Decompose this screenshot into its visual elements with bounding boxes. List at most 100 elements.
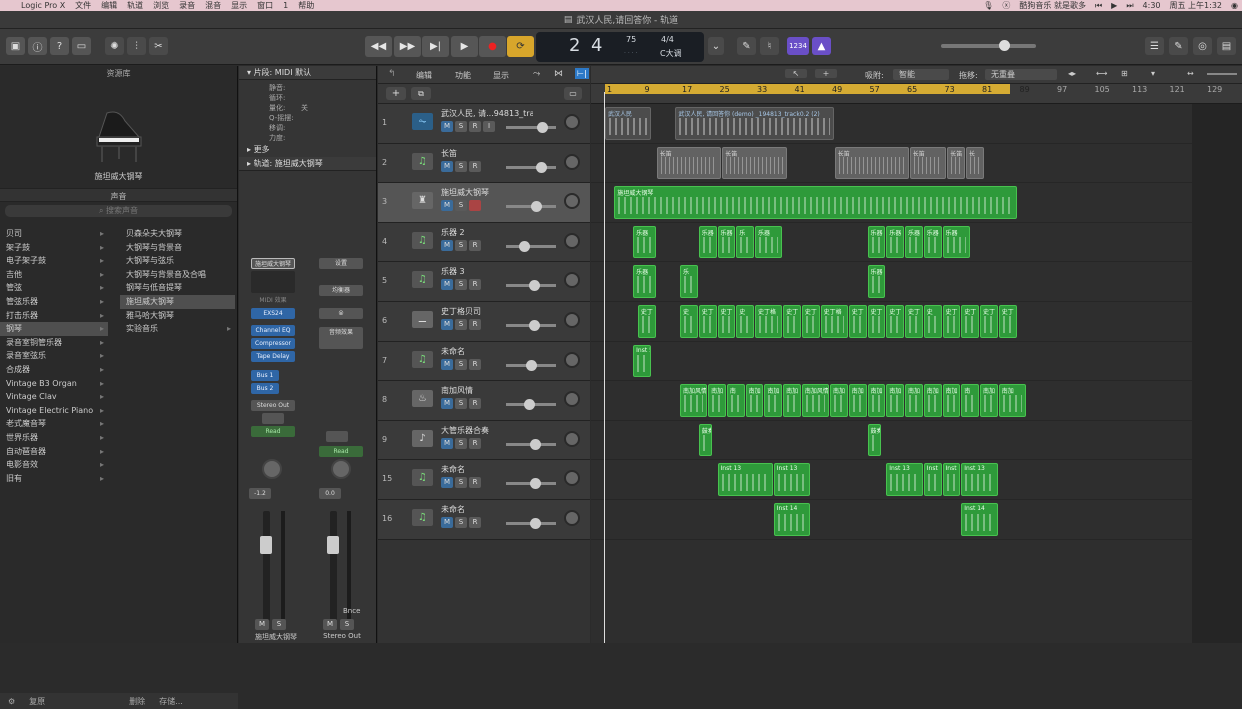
region[interactable]: 南加: [848, 384, 867, 417]
menu-functions-arrange[interactable]: 功能: [455, 70, 471, 81]
output-group-slot[interactable]: [326, 431, 348, 442]
region[interactable]: 史丁: [961, 305, 979, 338]
eq-thumbnail[interactable]: [251, 271, 295, 293]
library-category-item[interactable]: 合成器 ▸: [0, 363, 108, 377]
track-volume-slider[interactable]: [506, 280, 556, 292]
library-category-item[interactable]: 世界乐器 ▸: [0, 431, 108, 445]
region[interactable]: 乐: [736, 225, 754, 259]
region[interactable]: 史丁: [905, 305, 923, 338]
library-patch-item[interactable]: 施坦威大钢琴: [120, 294, 235, 309]
audio-fx-slot-3[interactable]: Tape Delay: [251, 351, 295, 362]
group-slot[interactable]: [262, 413, 284, 424]
solo-button[interactable]: S: [455, 477, 467, 489]
track-lane[interactable]: Inst 5: [591, 342, 1242, 382]
region[interactable]: 南加: [783, 384, 801, 417]
forward-button[interactable]: ▶▶: [394, 36, 421, 57]
kugou-now-playing[interactable]: 酷狗音乐 就是歌多: [1019, 0, 1086, 11]
menu-mix[interactable]: 混音: [200, 0, 226, 11]
toolbar-toggle-button[interactable]: ▭: [72, 37, 91, 55]
region[interactable]: 长笛: [947, 146, 965, 180]
region[interactable]: 南加: [905, 384, 923, 417]
play-button[interactable]: ▶: [451, 36, 478, 57]
solo-button[interactable]: S: [455, 239, 467, 251]
region-param-row[interactable]: 力度:: [239, 133, 376, 143]
region[interactable]: 史: [680, 305, 698, 338]
mute-button[interactable]: M: [441, 477, 453, 489]
next-track-icon[interactable]: ⏭: [1126, 1, 1133, 11]
track-pan-knob[interactable]: [564, 193, 580, 210]
region[interactable]: Inst 5: [633, 344, 651, 378]
record-enable-button[interactable]: R: [469, 358, 481, 370]
count-in-button[interactable]: 1234: [787, 37, 809, 55]
library-category-item[interactable]: 录音室弦乐 ▸: [0, 349, 108, 363]
region[interactable]: Inst 13: [717, 463, 773, 496]
send-slot-2[interactable]: Bus 2: [251, 383, 279, 394]
library-patch-item[interactable]: 雅马哈大钢琴: [120, 309, 235, 323]
output-setting-slot[interactable]: 设置: [319, 258, 363, 269]
menu-navigate[interactable]: 浏览: [148, 0, 174, 11]
region[interactable]: 史丁: [886, 305, 904, 338]
track-volume-knob[interactable]: [530, 478, 541, 490]
playhead[interactable]: [604, 92, 605, 643]
delete-button[interactable]: 删除: [129, 696, 145, 707]
midi-note-icon[interactable]: ♫: [412, 350, 433, 368]
mute-button[interactable]: M: [441, 239, 453, 251]
region[interactable]: 乐器: [923, 225, 942, 259]
track-volume-slider[interactable]: [506, 240, 556, 252]
track-lane[interactable]: 施坦威大钢琴: [591, 183, 1242, 223]
track-lane[interactable]: Inst 14 Inst 14: [591, 500, 1242, 540]
solo-button[interactable]: S: [455, 160, 467, 172]
library-category-item[interactable]: 电影音效 ▸: [0, 458, 108, 472]
region[interactable]: 乐器: [867, 225, 886, 259]
fader-cap-1[interactable]: [260, 536, 272, 554]
track-lane[interactable]: 乐器 乐器 乐器乐乐器 乐器 乐器 乐器 乐器 乐器: [591, 223, 1242, 263]
solo-button-strip-1[interactable]: S: [272, 619, 286, 630]
midi-note-icon[interactable]: ♫: [412, 469, 433, 487]
track-inspector-header[interactable]: ▸ 轨道: 施坦威大钢琴: [239, 157, 376, 171]
solo-button[interactable]: S: [455, 279, 467, 291]
drag-menu[interactable]: 无重叠: [985, 69, 1057, 80]
menu-edit-arrange[interactable]: 编辑: [416, 70, 432, 81]
region-param-row[interactable]: 量化: 关: [239, 103, 376, 113]
track-pan-knob[interactable]: [564, 510, 580, 526]
track-header[interactable]: 16 ♫ 未命名 M S R: [378, 500, 590, 540]
region[interactable]: 史丁: [637, 305, 656, 338]
region[interactable]: 南加: [942, 384, 961, 417]
track-volume-slider[interactable]: [506, 399, 556, 411]
volume-fader-1[interactable]: [260, 511, 272, 621]
region[interactable]: 南加风情: [680, 384, 708, 417]
region[interactable]: 史: [736, 305, 754, 338]
track-lane[interactable]: 武汉人民 武汉人民, 请回答你 (demo) _194813_track0.2 (…: [591, 104, 1242, 144]
track-header[interactable]: 7 ♫ 未命名 M S R: [378, 341, 590, 382]
record-enable-button[interactable]: R: [469, 160, 481, 172]
region[interactable]: 南加: [867, 384, 886, 417]
track-name[interactable]: 施坦威大钢琴: [441, 187, 533, 198]
mute-button[interactable]: M: [441, 398, 453, 410]
region[interactable]: 南加: [886, 384, 904, 417]
region[interactable]: 南加: [764, 384, 783, 417]
mute-button[interactable]: M: [441, 358, 453, 370]
solo-button[interactable]: S: [455, 437, 467, 449]
region[interactable]: 史丁: [867, 305, 886, 338]
record-enable-button[interactable]: [469, 200, 481, 212]
region[interactable]: 长笛: [834, 146, 909, 180]
add-track-button[interactable]: +: [386, 87, 406, 100]
menu-edit[interactable]: 编辑: [96, 0, 122, 11]
track-pan-knob[interactable]: [564, 153, 580, 170]
metronome-button[interactable]: ▲: [812, 37, 831, 55]
list-editors-button[interactable]: ☰: [1145, 37, 1164, 55]
region[interactable]: 南加: [830, 384, 848, 417]
region-param-row[interactable]: Q-摇摆:: [239, 113, 376, 123]
region[interactable]: 史: [923, 305, 942, 338]
record-enable-button[interactable]: R: [469, 437, 481, 449]
region[interactable]: Inst 13: [886, 463, 923, 496]
quick-help-button[interactable]: ?: [50, 37, 69, 55]
record-enable-button[interactable]: R: [469, 279, 481, 291]
menu-window[interactable]: 窗口: [252, 0, 278, 11]
lcd-key[interactable]: C大调: [660, 48, 682, 59]
audio-fx-slot-2[interactable]: Compressor: [251, 338, 295, 349]
track-header[interactable]: 1 ⏦ 武汉人民, 请...94813_track0 MSRI: [378, 104, 590, 144]
mute-button[interactable]: M: [441, 121, 453, 132]
region[interactable]: 鼓奏: [698, 423, 712, 457]
library-category-item[interactable]: 架子鼓 ▸: [0, 241, 108, 255]
